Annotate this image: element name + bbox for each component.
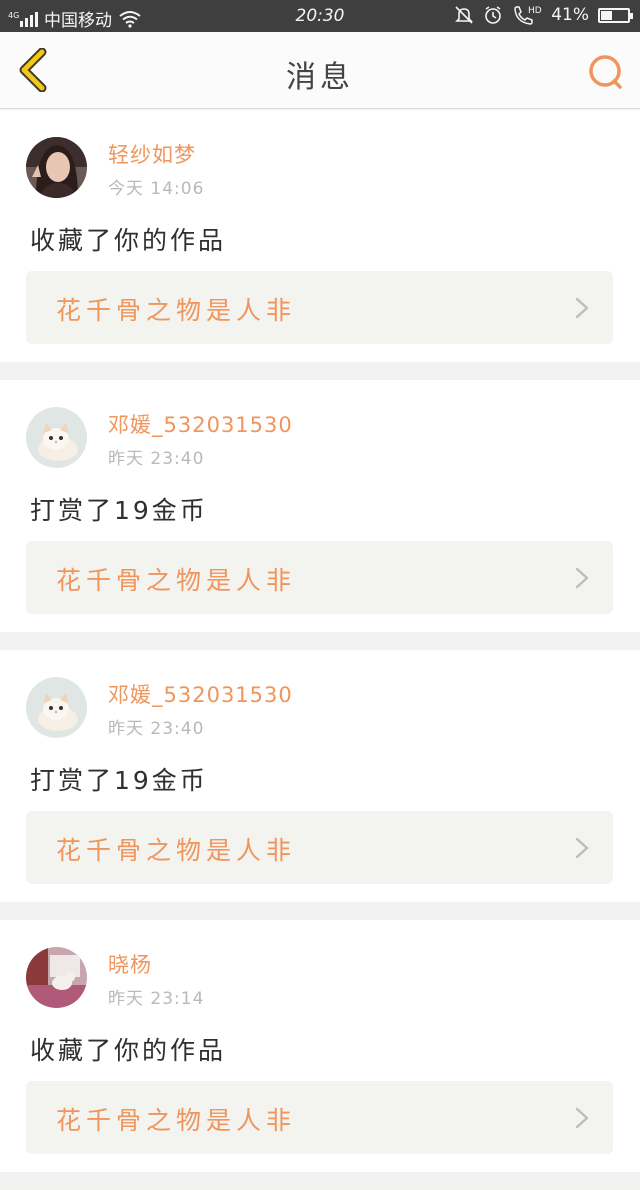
message-item: 轻纱如梦 今天 14:06 收藏了你的作品 花千骨之物是人非 [0, 110, 640, 362]
action-text: 收藏了你的作品 [30, 1036, 227, 1065]
username[interactable]: 邓媛_532031530 [108, 409, 293, 439]
alarm-icon [483, 5, 503, 25]
message-item: 邓媛_532031530 昨天 23:40 打赏了19金币 花千骨之物是人非 [0, 650, 640, 902]
status-bar: 4G 中国移动 20:30 HD 41% [0, 0, 640, 32]
status-right: HD 41% [454, 4, 633, 26]
mute-bell-icon [454, 5, 474, 25]
avatar[interactable] [26, 407, 87, 468]
avatar[interactable] [26, 947, 87, 1008]
work-title: 花千骨之物是人非 [56, 1106, 297, 1135]
battery-icon [598, 7, 633, 23]
chevron-right-icon [575, 567, 589, 589]
chevron-right-icon [575, 297, 589, 319]
timestamp: 昨天 23:40 [108, 719, 205, 739]
username[interactable]: 晓杨 [108, 949, 152, 979]
hd-label: HD [528, 6, 542, 16]
username[interactable]: 轻纱如梦 [108, 139, 196, 169]
nav-bar: 消息 [0, 32, 640, 109]
work-link[interactable]: 花千骨之物是人非 [26, 541, 613, 614]
timestamp: 昨天 23:14 [108, 989, 205, 1009]
action-text: 收藏了你的作品 [30, 226, 227, 255]
battery-level-fill [601, 10, 612, 20]
action-text: 打赏了19金币 [30, 766, 208, 795]
hd-call-icon: HD [512, 4, 542, 26]
avatar[interactable] [26, 137, 87, 198]
message-item: 晓杨 昨天 23:14 收藏了你的作品 花千骨之物是人非 [0, 920, 640, 1172]
search-icon [589, 55, 622, 89]
timestamp: 今天 14:06 [108, 179, 205, 199]
battery-percent: 41% [551, 5, 589, 25]
work-link[interactable]: 花千骨之物是人非 [26, 811, 613, 884]
chevron-right-icon [575, 1107, 589, 1129]
username[interactable]: 邓媛_532031530 [108, 679, 293, 709]
work-link[interactable]: 花千骨之物是人非 [26, 1081, 613, 1154]
action-text: 打赏了19金币 [30, 496, 208, 525]
chevron-right-icon [575, 837, 589, 859]
work-title: 花千骨之物是人非 [56, 566, 297, 595]
work-title: 花千骨之物是人非 [56, 836, 297, 865]
work-title: 花千骨之物是人非 [56, 296, 297, 325]
page-title: 消息 [286, 60, 354, 95]
avatar[interactable] [26, 677, 87, 738]
message-list: 轻纱如梦 今天 14:06 收藏了你的作品 花千骨之物是人非 邓媛_532031… [0, 110, 640, 1190]
timestamp: 昨天 23:40 [108, 449, 205, 469]
work-link[interactable]: 花千骨之物是人非 [26, 271, 613, 344]
message-item: 邓媛_532031530 昨天 23:40 打赏了19金币 花千骨之物是人非 [0, 380, 640, 632]
search-button[interactable] [586, 52, 626, 92]
